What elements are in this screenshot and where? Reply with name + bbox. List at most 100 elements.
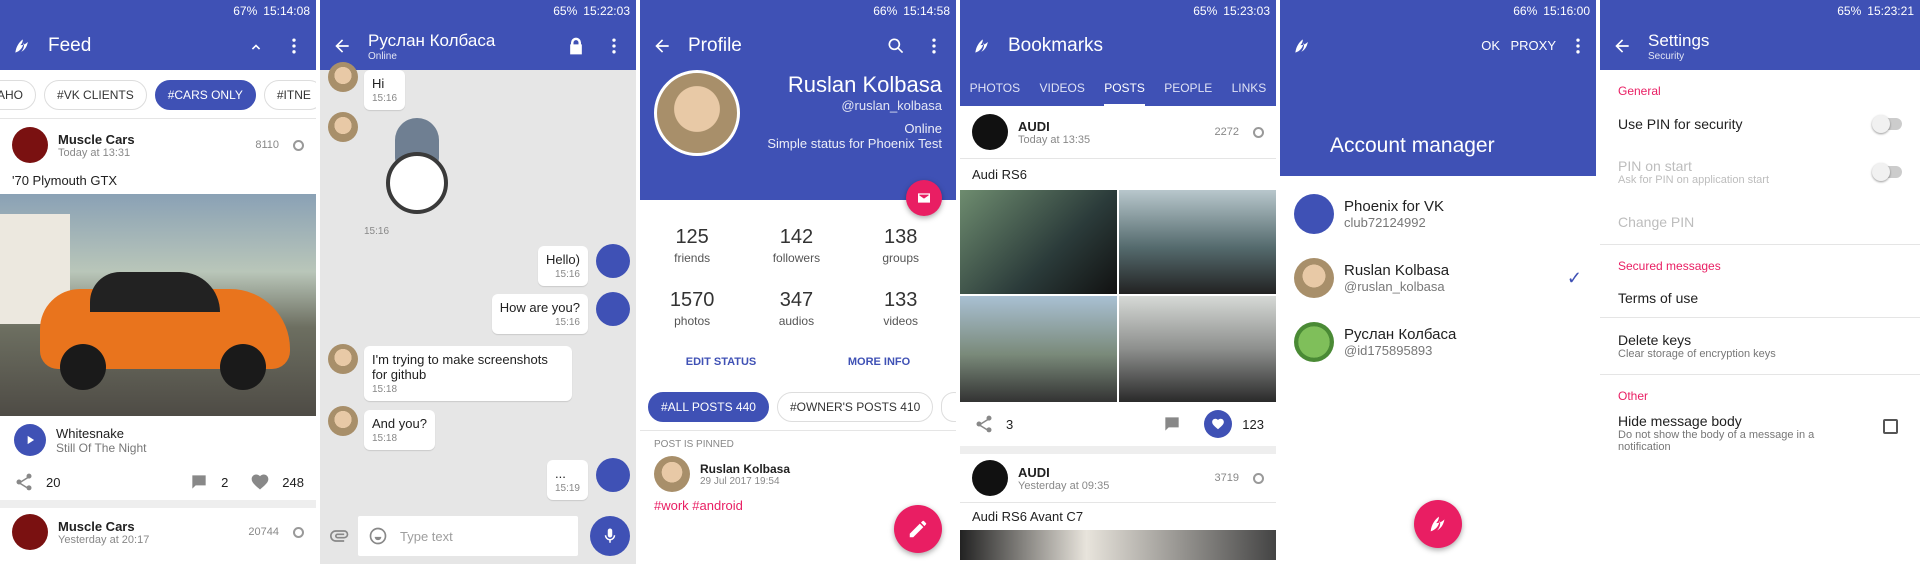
post-text: Audi RS6 <box>972 167 1027 182</box>
stat-videos[interactable]: 133 videos <box>849 289 953 330</box>
use-pin-toggle[interactable] <box>1872 115 1902 133</box>
photo-thumb[interactable] <box>1119 296 1276 402</box>
stat-photos[interactable]: 1570 photos <box>640 289 744 330</box>
profile-header: Ruslan Kolbasa @ruslan_kolbasa Online Si… <box>640 70 956 200</box>
edit-status-button[interactable]: EDIT STATUS <box>686 356 756 368</box>
tab-links[interactable]: LINKS <box>1232 81 1267 95</box>
chip-itne[interactable]: #ITNE <box>263 80 316 110</box>
audio-item[interactable]: Whitesnake Still Of The Night <box>0 416 316 464</box>
tab-photos[interactable]: PHOTOS <box>970 81 1020 95</box>
profile-screen: 66% 15:14:58 Profile Ruslan Kolbasa @rusl… <box>640 0 956 564</box>
use-pin-setting[interactable]: Use PIN for security <box>1600 104 1920 144</box>
online-status: Online <box>904 121 942 136</box>
back-arrow-icon[interactable] <box>330 34 354 58</box>
photo-thumb[interactable] <box>1119 190 1276 294</box>
emoji-icon[interactable] <box>366 524 390 548</box>
message-bubble[interactable]: How are you? 15:16 <box>491 294 588 334</box>
delete-keys-setting[interactable]: Delete keys Clear storage of encryption … <box>1600 318 1920 374</box>
setting-hint: Clear storage of encryption keys <box>1618 348 1776 360</box>
bookmark-tabs: PHOTOS VIDEOS POSTS PEOPLE LINKS <box>960 70 1276 106</box>
post-header[interactable]: Muscle Cars Today at 13:31 8110 <box>0 119 316 171</box>
chevron-up-icon[interactable] <box>244 34 268 58</box>
message-bubble[interactable]: I'm trying to make screenshots for githu… <box>364 346 572 401</box>
more-vert-icon[interactable] <box>922 34 946 58</box>
phoenix-logo-icon[interactable] <box>10 34 34 58</box>
tab-posts[interactable]: POSTS <box>1104 81 1145 106</box>
message-bubble[interactable]: ... 15:19 <box>546 460 588 500</box>
add-account-fab[interactable] <box>1414 500 1462 548</box>
account-name: Руслан Колбаса <box>1344 326 1457 343</box>
chip-aho[interactable]: AHO <box>0 80 37 110</box>
message-bubble[interactable]: Hello) 15:16 <box>538 246 588 286</box>
message-bubble[interactable]: And you? 15:18 <box>364 410 435 450</box>
stat-friends[interactable]: 125 friends <box>640 226 744 267</box>
play-button[interactable] <box>14 424 46 456</box>
post-author: Muscle Cars <box>58 131 135 147</box>
message-bubble[interactable]: Hi 15:16 <box>364 70 406 110</box>
hide-body-checkbox[interactable] <box>1883 419 1898 434</box>
stat-audios[interactable]: 347 audios <box>744 289 848 330</box>
eye-icon <box>293 139 304 151</box>
proxy-button[interactable]: PROXY <box>1510 38 1556 53</box>
more-vert-icon[interactable] <box>1566 34 1590 58</box>
section-secured-messages: Secured messages <box>1618 259 1721 273</box>
photo-thumb[interactable] <box>960 296 1117 402</box>
profile-avatar[interactable] <box>654 70 740 156</box>
lock-icon[interactable] <box>564 34 588 58</box>
change-pin-setting[interactable]: Change PIN <box>1600 200 1920 244</box>
message-input[interactable]: Type text <box>358 516 578 556</box>
terms-of-use-setting[interactable]: Terms of use <box>1600 279 1920 317</box>
pin-on-start-setting[interactable]: PIN on start Ask for PIN on application … <box>1600 144 1920 200</box>
page-title: Bookmarks <box>1008 35 1104 56</box>
search-icon[interactable] <box>884 34 908 58</box>
mic-button[interactable] <box>590 516 630 556</box>
back-arrow-icon[interactable] <box>1610 34 1634 58</box>
account-item[interactable]: Ruslan Kolbasa @ruslan_kolbasa ✓ <box>1280 244 1596 308</box>
app-bar: Bookmarks <box>960 22 1276 70</box>
like-count: 248 <box>282 474 304 490</box>
stat-groups[interactable]: 138 groups <box>849 226 953 267</box>
message-fab[interactable] <box>906 180 942 216</box>
compose-fab[interactable] <box>894 505 942 553</box>
more-info-button[interactable]: MORE INFO <box>848 356 910 368</box>
photo-thumb[interactable] <box>960 190 1117 294</box>
chip-all-posts[interactable]: #ALL POSTS 440 <box>648 392 769 422</box>
share-icon[interactable] <box>12 470 36 494</box>
tab-videos[interactable]: VIDEOS <box>1039 81 1084 95</box>
back-arrow-icon[interactable] <box>650 34 674 58</box>
sticker-clock[interactable] <box>380 118 460 214</box>
comment-icon[interactable] <box>187 470 211 494</box>
more-vert-icon[interactable] <box>602 34 626 58</box>
share-icon[interactable] <box>972 412 996 436</box>
chip-cars-only[interactable]: #CARS ONLY <box>154 80 256 110</box>
phoenix-logo-icon[interactable] <box>970 34 994 58</box>
chip-owners-posts[interactable]: #OWNER'S POSTS 410 <box>776 392 934 422</box>
comment-count: 2 <box>221 474 229 490</box>
post-header[interactable]: Muscle Cars Yesterday at 20:17 20744 <box>0 508 316 556</box>
pinned-label: POST IS PINNED <box>654 439 734 450</box>
liked-heart-icon[interactable] <box>1204 410 1233 438</box>
chip-vk-clients[interactable]: #VK CLIENTS <box>44 80 147 110</box>
hide-message-body-setting[interactable]: Hide message body Do not show the body o… <box>1600 409 1920 453</box>
tab-people[interactable]: PEOPLE <box>1164 81 1212 95</box>
post-header[interactable]: Ruslan Kolbasa 29 Jul 2017 19:54 <box>640 456 956 492</box>
pin-on-start-toggle[interactable] <box>1872 163 1902 181</box>
post-header[interactable]: AUDI Yesterday at 09:35 3719 <box>960 454 1276 502</box>
chip-more[interactable] <box>941 392 956 422</box>
avatar <box>972 460 1008 496</box>
ok-button[interactable]: OK <box>1481 38 1500 53</box>
attach-icon[interactable] <box>328 524 352 548</box>
status-bar: 65% 15:22:03 <box>320 0 636 22</box>
phoenix-logo-icon[interactable] <box>1290 34 1314 58</box>
account-item[interactable]: Руслан Колбаса @id175895893 <box>1280 308 1596 372</box>
heart-icon[interactable] <box>248 470 272 494</box>
car-photo[interactable] <box>0 194 316 416</box>
post-header[interactable]: AUDI Today at 13:35 2272 <box>960 106 1276 158</box>
photo-grid <box>960 190 1276 402</box>
battery-level: 65% <box>1193 4 1218 18</box>
avatar <box>1294 258 1334 298</box>
account-item[interactable]: Phoenix for VK club72124992 <box>1280 176 1596 244</box>
comment-icon[interactable] <box>1160 412 1184 436</box>
more-vert-icon[interactable] <box>282 34 306 58</box>
stat-followers[interactable]: 142 followers <box>744 226 848 267</box>
